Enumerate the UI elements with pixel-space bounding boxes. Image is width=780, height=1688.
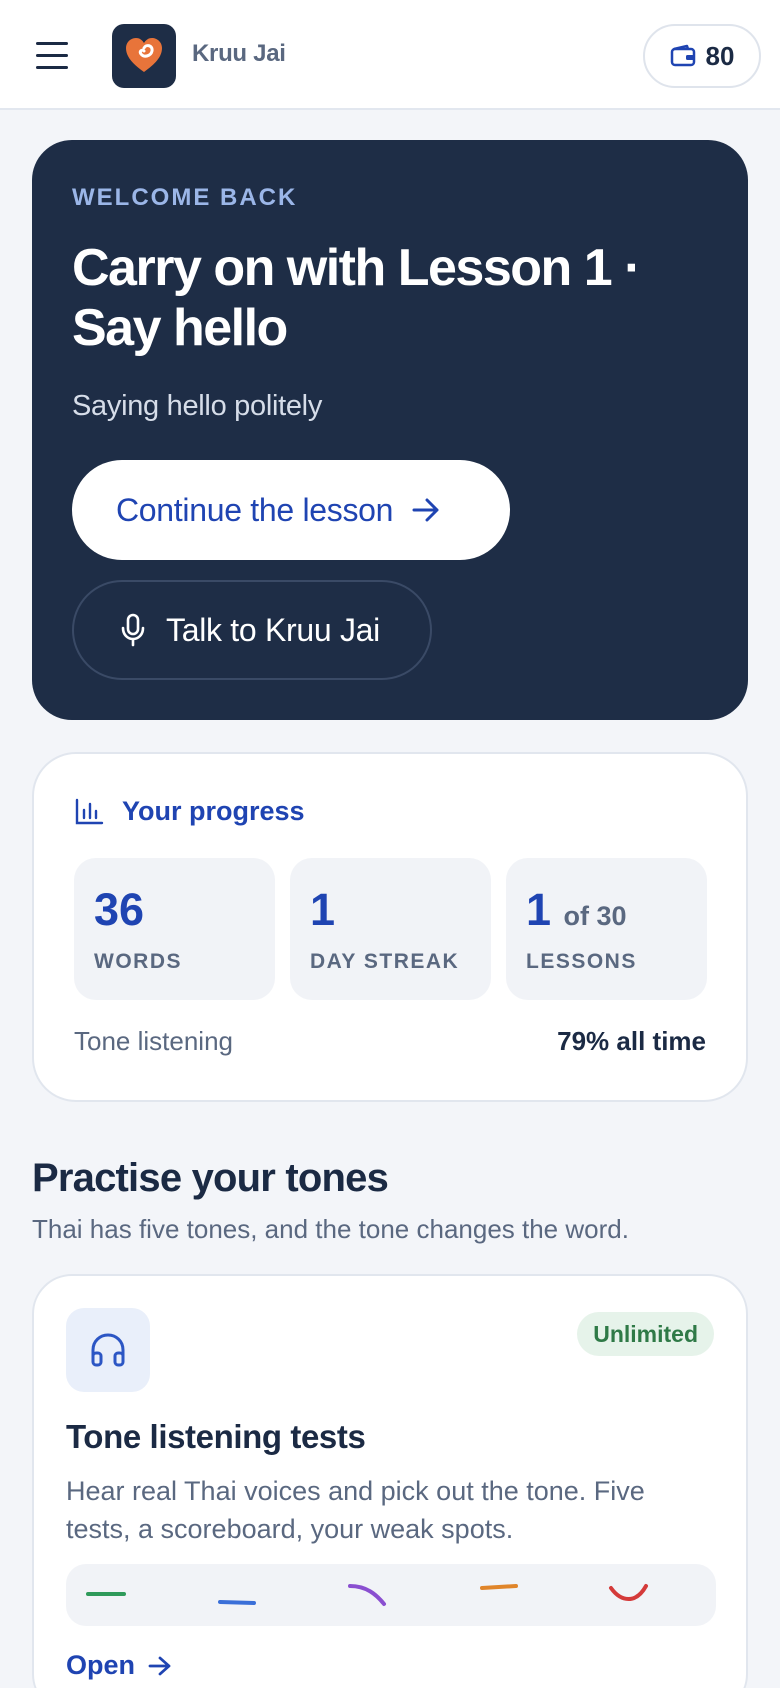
high-tone-contour: [480, 1584, 518, 1590]
progress-card: Your progress 36 WORDS 1 DAY STREAK 1 of…: [32, 752, 748, 1102]
continue-lesson-label: Continue the lesson: [116, 491, 394, 528]
continue-lesson-card: WELCOME BACK Carry on with Lesson 1 · Sa…: [32, 140, 748, 720]
falling-tone-contour: [348, 1584, 386, 1606]
open-label: Open: [66, 1650, 136, 1680]
stat-label: DAY STREAK: [310, 950, 460, 973]
stat-total: of 30: [563, 901, 627, 931]
stat-label: WORDS: [94, 950, 182, 973]
progress-header: Your progress: [74, 796, 305, 827]
section-subtitle: Thai has five tones, and the tone change…: [32, 1214, 629, 1244]
hero-subtitle: Saying hello politely: [72, 390, 323, 422]
welcome-eyebrow: WELCOME BACK: [72, 184, 298, 211]
arrow-right-icon: [148, 1656, 171, 1675]
arrow-right-icon: [412, 498, 439, 522]
stat-day-streak: 1 DAY STREAK: [290, 858, 491, 1000]
card-title: Tone listening tests: [66, 1418, 366, 1455]
coin-balance[interactable]: 80: [643, 24, 761, 88]
headphones-icon: [66, 1308, 150, 1392]
tone-listening-score: 79% all time: [557, 1026, 706, 1056]
stat-value: 1: [310, 884, 336, 935]
bar-chart-icon: [75, 798, 104, 824]
talk-to-tutor-label: Talk to Kruu Jai: [166, 611, 380, 648]
heart-logo-icon: [126, 38, 162, 72]
tone-contours-strip: [66, 1564, 716, 1626]
app-logo[interactable]: [112, 24, 176, 88]
tone-tests-card[interactable]: Unlimited Tone listening tests Hear real…: [32, 1274, 748, 1688]
menu-icon[interactable]: [30, 36, 74, 76]
rising-tone-contour: [609, 1584, 648, 1601]
progress-title: Your progress: [122, 796, 305, 826]
top-bar: Kruu Jai 80: [0, 0, 780, 110]
continue-lesson-button[interactable]: Continue the lesson: [72, 460, 510, 560]
tone-listening-label: Tone listening: [74, 1026, 233, 1056]
app-name: Kruu Jai: [192, 40, 286, 67]
stat-lessons: 1 of 30 LESSONS: [506, 858, 707, 1000]
stat-value: 36: [94, 884, 145, 935]
hero-title: Carry on with Lesson 1 · Say hello: [72, 239, 641, 357]
talk-to-tutor-button[interactable]: Talk to Kruu Jai: [72, 580, 432, 680]
stat-label: LESSONS: [526, 950, 637, 973]
stat-value-wrap: 1 of 30: [526, 884, 627, 936]
coin-count: 80: [705, 40, 735, 71]
tone-listening-row: Tone listening 79% all time: [74, 1026, 706, 1057]
stat-value: 1: [526, 884, 552, 935]
open-tone-tests-link[interactable]: Open: [66, 1650, 173, 1681]
section-title: Practise your tones: [32, 1156, 389, 1200]
stat-words: 36 WORDS: [74, 858, 275, 1000]
microphone-icon: [121, 613, 145, 647]
unlimited-badge: Unlimited: [577, 1312, 714, 1356]
card-description: Hear real Thai voices and pick out the t…: [66, 1476, 645, 1544]
low-tone-contour: [218, 1600, 256, 1605]
wallet-icon: [670, 44, 695, 67]
